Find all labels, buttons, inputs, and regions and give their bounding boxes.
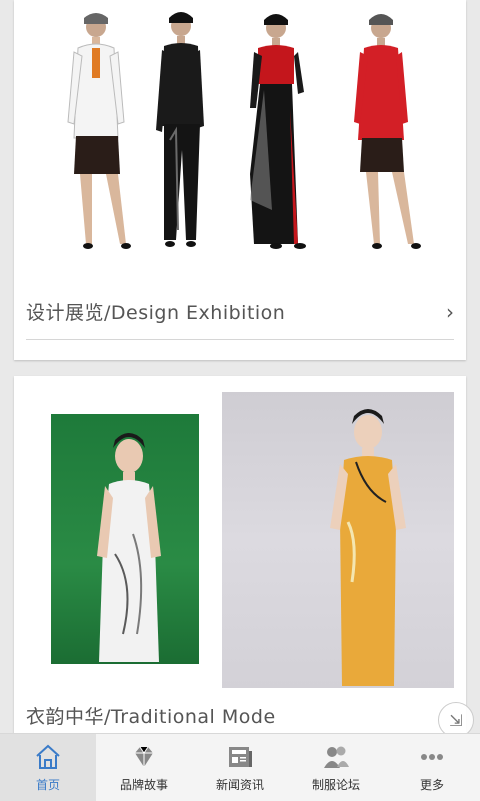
card-title: 设计展览/Design Exhibition: [26, 302, 286, 324]
nav-label: 首页: [35, 778, 60, 792]
photo-white-qipao: [51, 414, 199, 664]
nav-item-forum[interactable]: 制服论坛: [288, 734, 384, 801]
nav-label: 新闻资讯: [215, 778, 264, 792]
model-yellow-qipao-illustration: [330, 409, 406, 686]
nav-item-brand-story[interactable]: 品牌故事: [96, 734, 192, 801]
figure-red-gown: [250, 14, 306, 249]
card-title: 衣韵中华/Traditional Mode: [26, 706, 276, 728]
nav-label: 制服论坛: [311, 778, 360, 792]
nav-label: 品牌故事: [119, 778, 168, 792]
model-white-qipao-illustration: [97, 433, 161, 662]
nav-item-news[interactable]: 新闻资讯: [192, 734, 288, 801]
fashion-illustration: [67, 12, 421, 249]
bottom-nav: 首页 品牌故事 新闻资讯 制服论坛 更多: [0, 733, 480, 801]
home-icon: [36, 744, 60, 769]
figure-red-jacket: [354, 14, 421, 249]
people-icon: [324, 746, 349, 768]
diamond-icon: [135, 746, 153, 767]
nav-item-more[interactable]: 更多: [384, 734, 480, 801]
figure-black-suit: [156, 12, 204, 247]
traditional-mode-card[interactable]: [14, 376, 466, 734]
collapse-icon: ⇲: [449, 710, 463, 730]
more-icon: [421, 754, 443, 760]
newspaper-icon: [229, 747, 252, 767]
nav-label: 更多: [419, 778, 444, 792]
design-exhibition-card[interactable]: 设计展览/Design Exhibition ›: [14, 0, 466, 360]
chevron-right-icon[interactable]: ›: [446, 300, 454, 324]
nav-item-home[interactable]: 首页: [0, 734, 96, 801]
photo-yellow-qipao: [222, 392, 454, 688]
divider: [26, 339, 454, 340]
figure-white-jacket: [67, 13, 131, 249]
